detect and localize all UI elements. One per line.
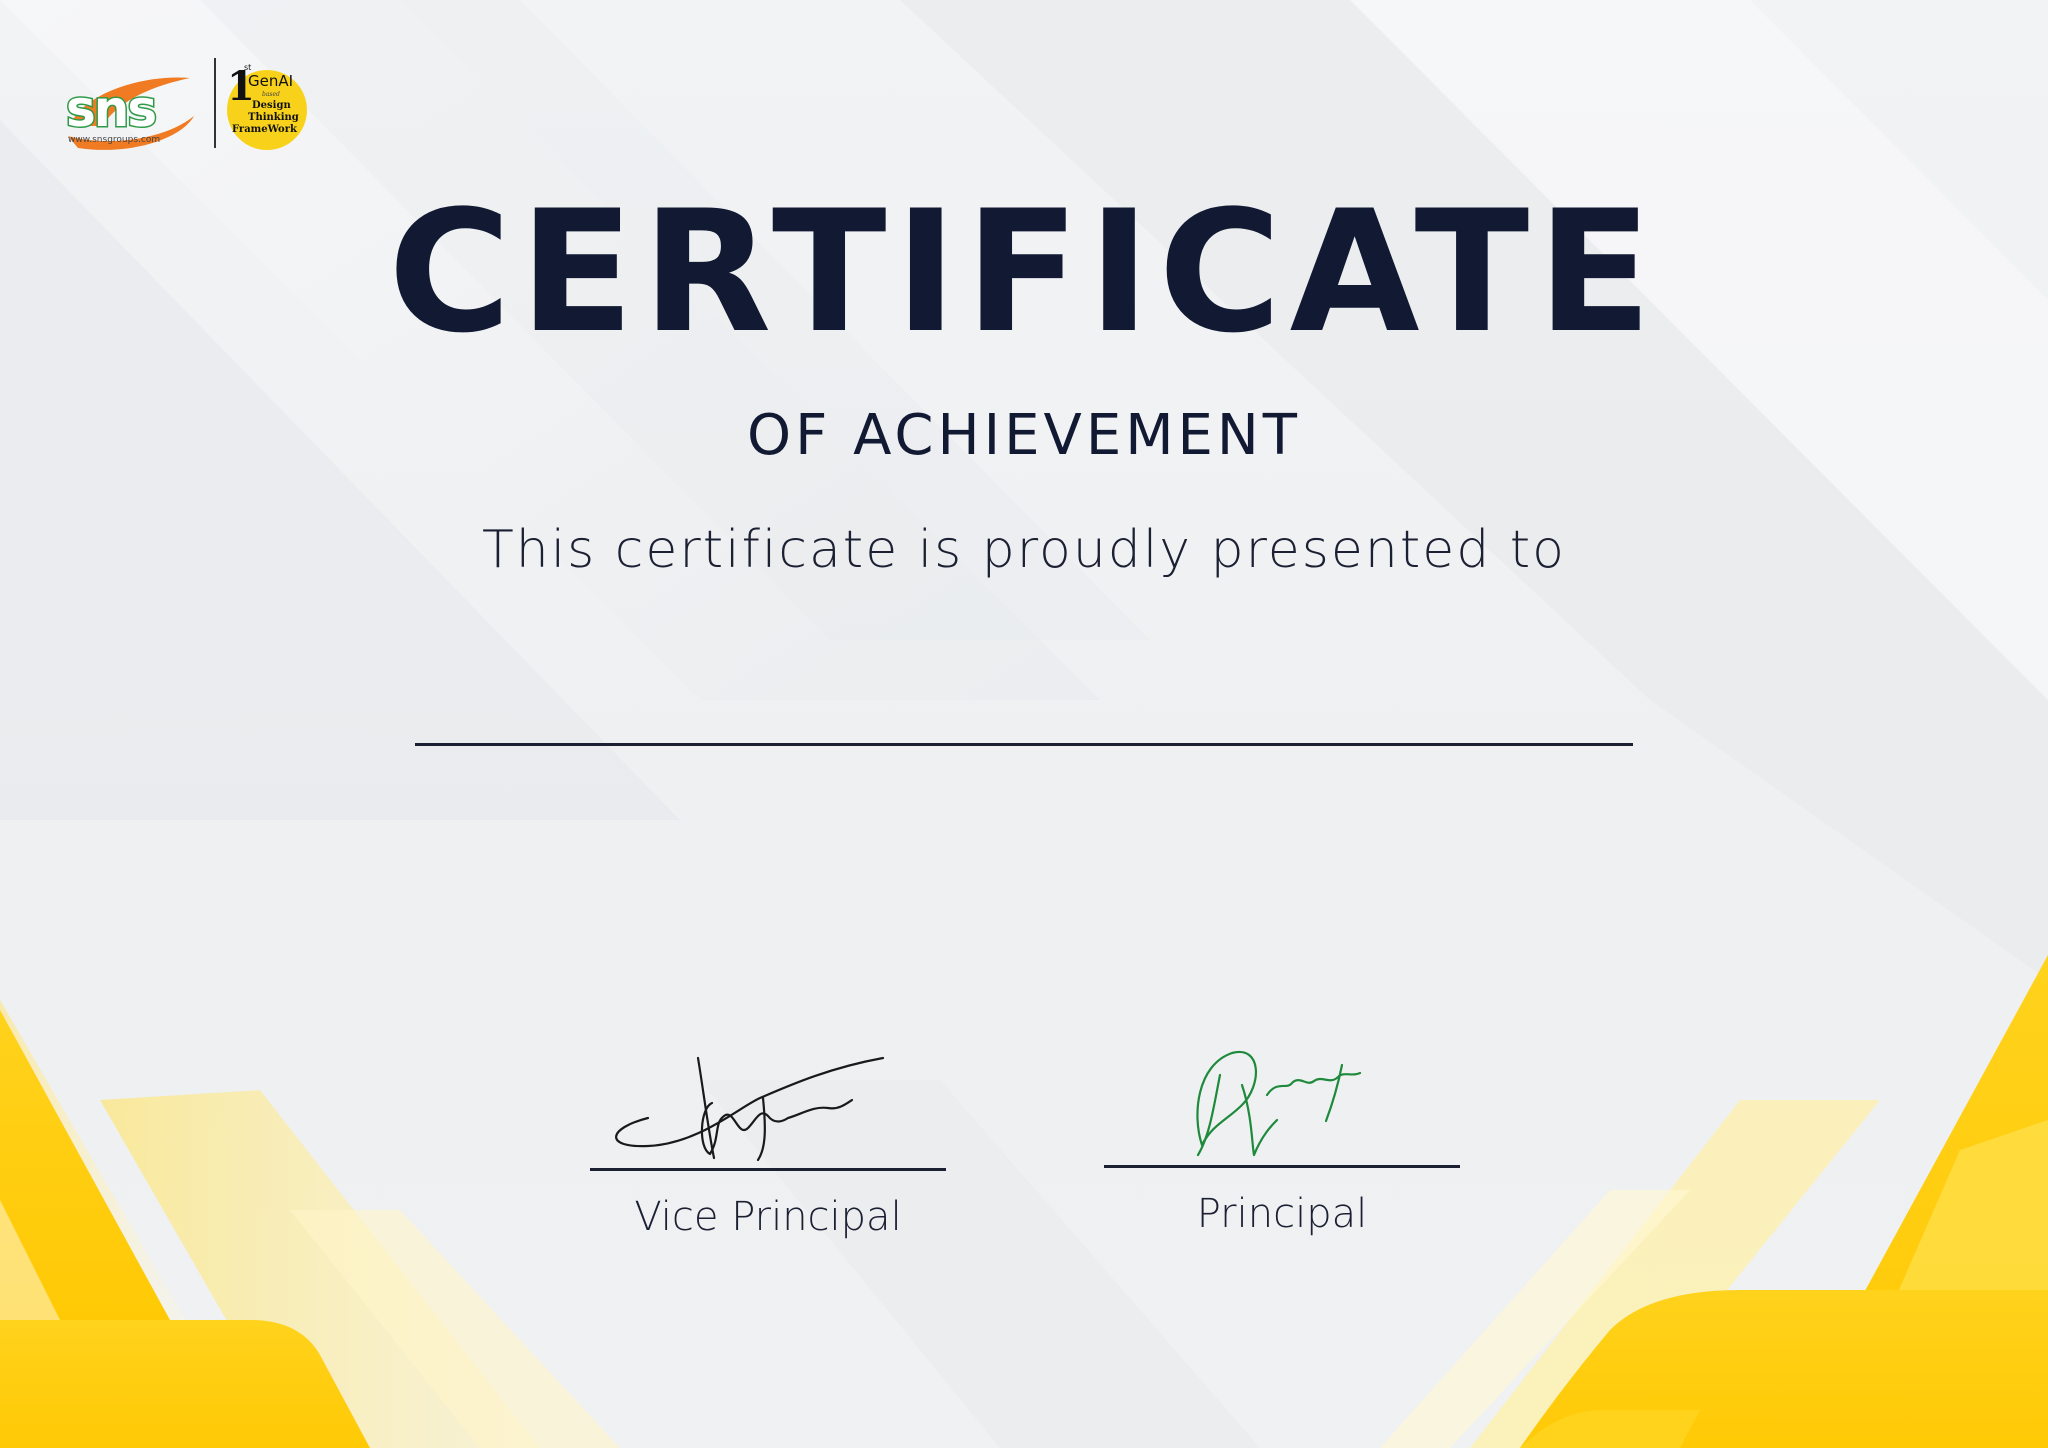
certificate-subtitle: OF ACHIEVEMENT (746, 403, 1301, 468)
vice-principal-label: Vice Principal (634, 1194, 902, 1240)
vice-principal-signature (615, 1056, 885, 1162)
svg-text:sns: sns (66, 80, 155, 138)
presented-to-text: This certificate is proudly presented to (482, 520, 1566, 580)
svg-text:FrameWork: FrameWork (232, 124, 298, 135)
sns-wordmark: sns (65, 79, 159, 140)
vice-principal-signature-block: Vice Principal (588, 1056, 948, 1240)
svg-text:Thinking: Thinking (248, 112, 299, 123)
svg-text:based: based (262, 91, 280, 98)
svg-text:Design: Design (252, 100, 291, 111)
principal-label: Principal (1196, 1191, 1368, 1237)
logo-website: www.snsgroups.com (68, 135, 160, 145)
principal-signature (1196, 1050, 1362, 1157)
recipient-name-line (415, 743, 1633, 746)
signature-line (590, 1168, 946, 1171)
badge-title: GenAI (248, 72, 293, 90)
principal-signature-block: Principal (1102, 1050, 1462, 1237)
svg-text:st: st (244, 63, 251, 72)
signature-line (1104, 1165, 1460, 1168)
certificate-title: CERTIFICATE (388, 174, 1660, 370)
institution-logo: sns www.snsgroups.com 1 st GenAI based D… (62, 56, 322, 156)
certificate-page: sns www.snsgroups.com 1 st GenAI based D… (0, 0, 2048, 1448)
